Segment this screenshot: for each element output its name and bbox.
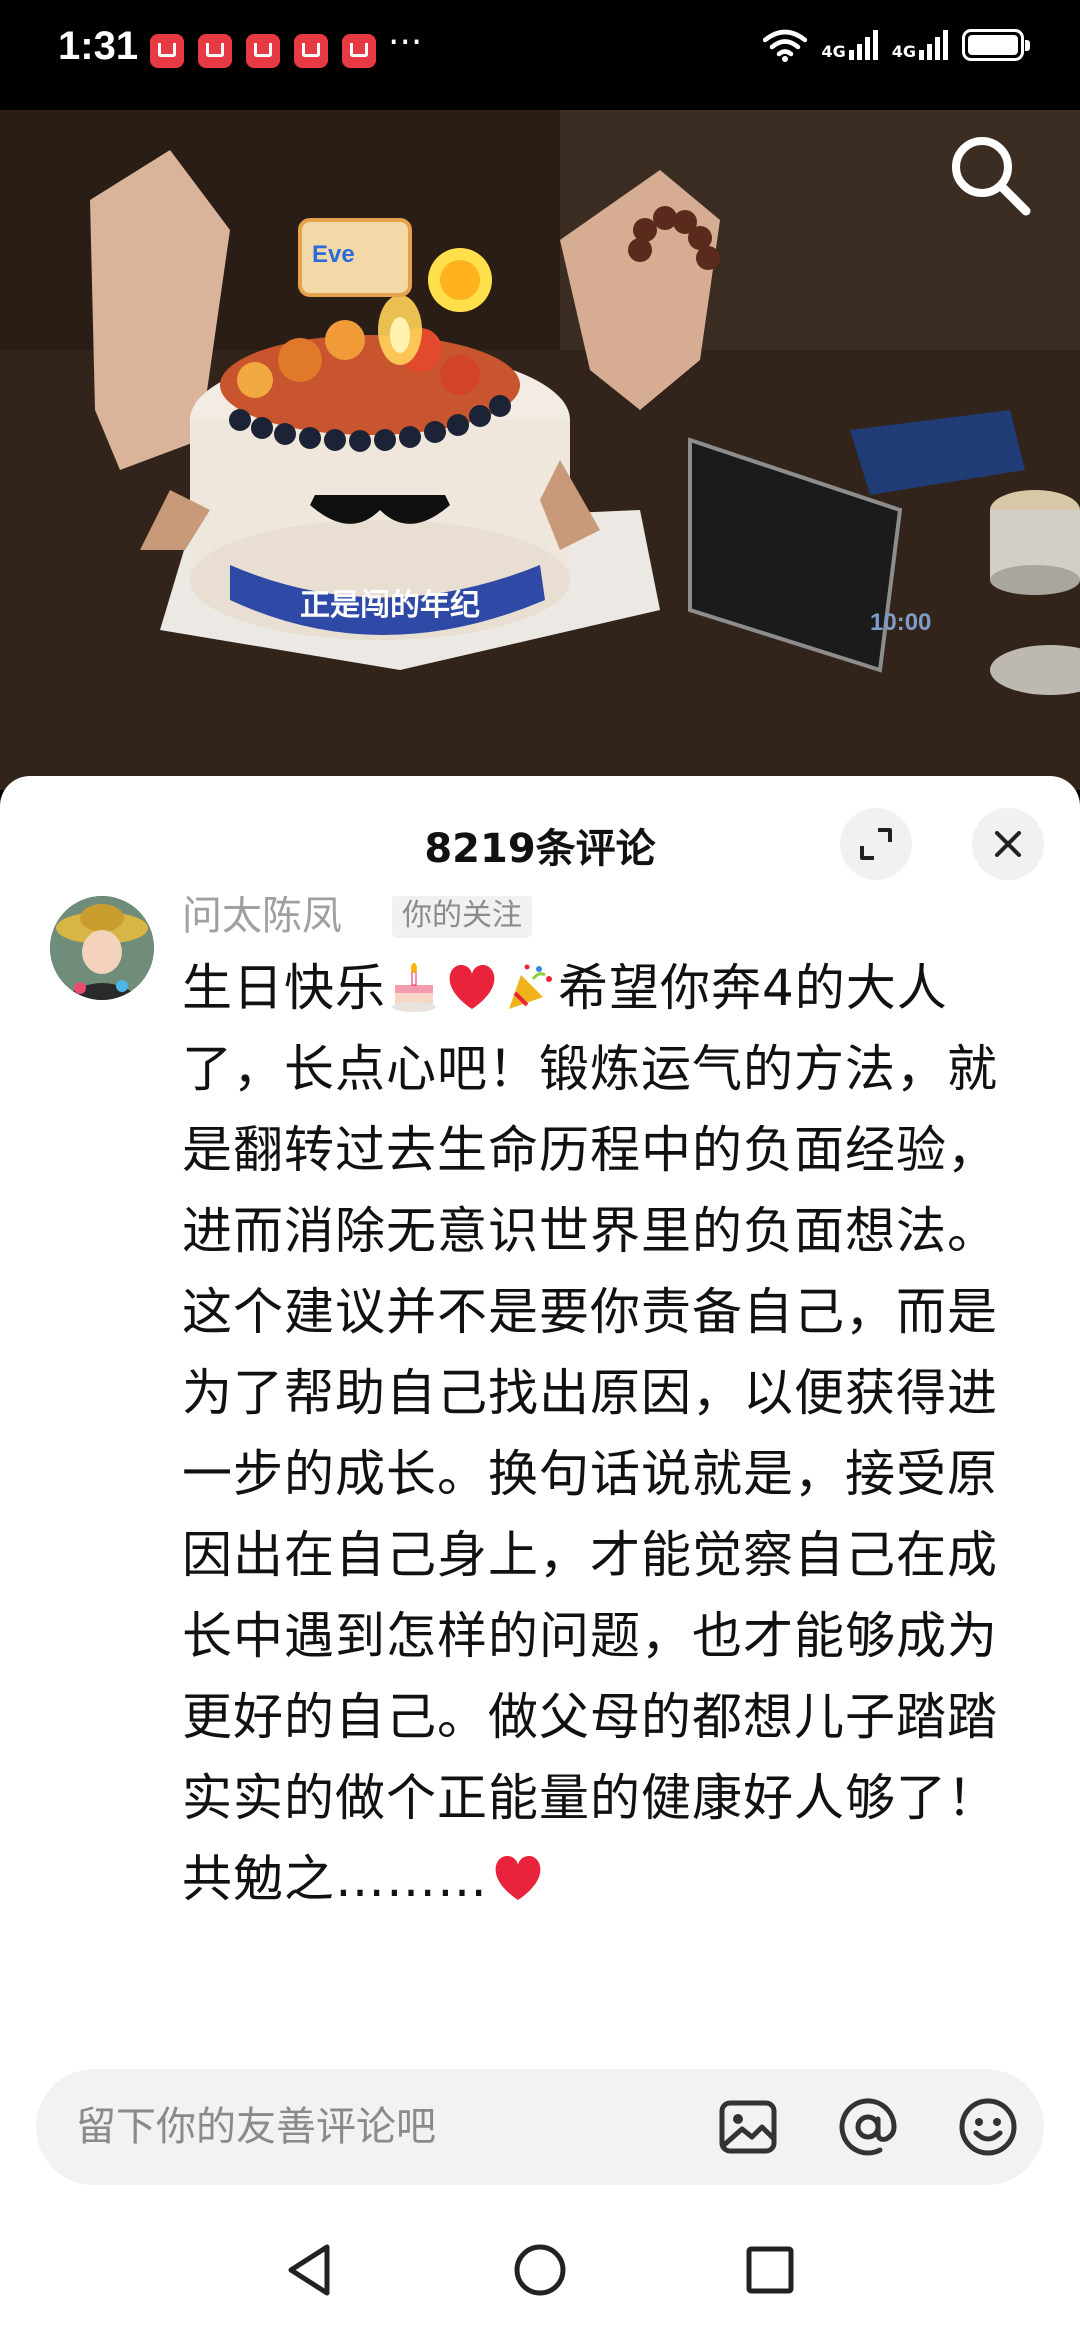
home-button[interactable] xyxy=(505,2235,575,2305)
birthday-cake-emoji-icon xyxy=(392,963,436,1012)
search-icon xyxy=(952,137,1031,216)
status-time: 1:31 xyxy=(58,24,139,68)
recents-square-icon xyxy=(746,2246,794,2294)
party-popper-emoji-icon xyxy=(509,964,552,1009)
comment-input-bar xyxy=(0,2045,1080,2205)
cake-ribbon-text: 正是闯的年纪 xyxy=(300,588,480,623)
signal-1-label: 4G xyxy=(821,42,846,61)
notification-app-icon xyxy=(342,34,376,68)
cake-topper-text: Eve xyxy=(312,241,355,268)
red-heart-emoji-icon xyxy=(495,1856,541,1900)
back-button[interactable] xyxy=(275,2235,345,2305)
expand-button[interactable] xyxy=(840,808,912,880)
comments-count-title: 8219条评论 xyxy=(424,826,656,872)
birthday-cake-photo: Eve 正是闯的年纪 10:00 xyxy=(0,110,1080,790)
back-triangle-icon xyxy=(288,2244,330,2296)
notification-app-icon xyxy=(294,34,328,68)
comment-text-body: 希望你奔4的大人了，长点心吧！锻炼运气的方法，就是翻转过去生命历程中的负面经验，… xyxy=(182,959,998,1908)
comment-input-container xyxy=(36,2069,1044,2185)
red-heart-emoji-icon xyxy=(449,965,495,1009)
image-button[interactable] xyxy=(716,2095,780,2159)
image-icon xyxy=(719,2100,777,2154)
phone-clock-text: 10:00 xyxy=(870,609,931,636)
signal-1: 4G xyxy=(821,30,878,61)
signal-bars-icon xyxy=(919,30,948,60)
close-icon xyxy=(995,831,1021,857)
comment-item: 问太陈凤 你的关注 生日快乐 希望你奔4的大人了，长点心吧！锻炼运气的方法，就是… xyxy=(0,896,1080,2046)
at-icon xyxy=(839,2098,897,2156)
notification-icons xyxy=(150,34,376,68)
notification-app-icon xyxy=(198,34,232,68)
signal-2-label: 4G xyxy=(891,42,916,61)
wifi-icon xyxy=(763,29,808,62)
comment-author[interactable]: 问太陈凤 xyxy=(182,896,342,938)
battery-icon xyxy=(962,29,1030,61)
search-button[interactable] xyxy=(940,125,1040,225)
signal-2: 4G xyxy=(892,30,948,60)
signal-bars-icon xyxy=(848,30,878,60)
comment-text-greeting: 生日快乐 xyxy=(182,959,386,1017)
more-notifications: ··· xyxy=(388,22,423,63)
notification-app-icon xyxy=(246,34,280,68)
comment-input[interactable] xyxy=(76,2093,696,2161)
comment-text: 生日快乐 希望你奔4的大人了，长点心吧！锻炼运气的方法，就是翻转过去生命历程中的… xyxy=(182,948,1022,1920)
recents-button[interactable] xyxy=(735,2235,805,2305)
emoji-button[interactable] xyxy=(956,2095,1020,2159)
expand-icon xyxy=(860,828,892,860)
avatar[interactable] xyxy=(50,896,154,1000)
status-bar: 1:31 ··· 4G 4G xyxy=(0,0,1080,110)
mention-button[interactable] xyxy=(836,2095,900,2159)
avatar-image xyxy=(50,896,154,1000)
notification-app-icon xyxy=(150,34,184,68)
home-circle-icon xyxy=(514,2244,566,2296)
status-right-group: 4G 4G xyxy=(763,28,1030,62)
close-button[interactable] xyxy=(972,808,1044,880)
follow-badge: 你的关注 xyxy=(392,896,532,938)
smiley-icon xyxy=(959,2098,1017,2156)
video-frame[interactable]: Eve 正是闯的年纪 10:00 xyxy=(0,110,1080,790)
system-navigation-bar xyxy=(0,2205,1080,2340)
